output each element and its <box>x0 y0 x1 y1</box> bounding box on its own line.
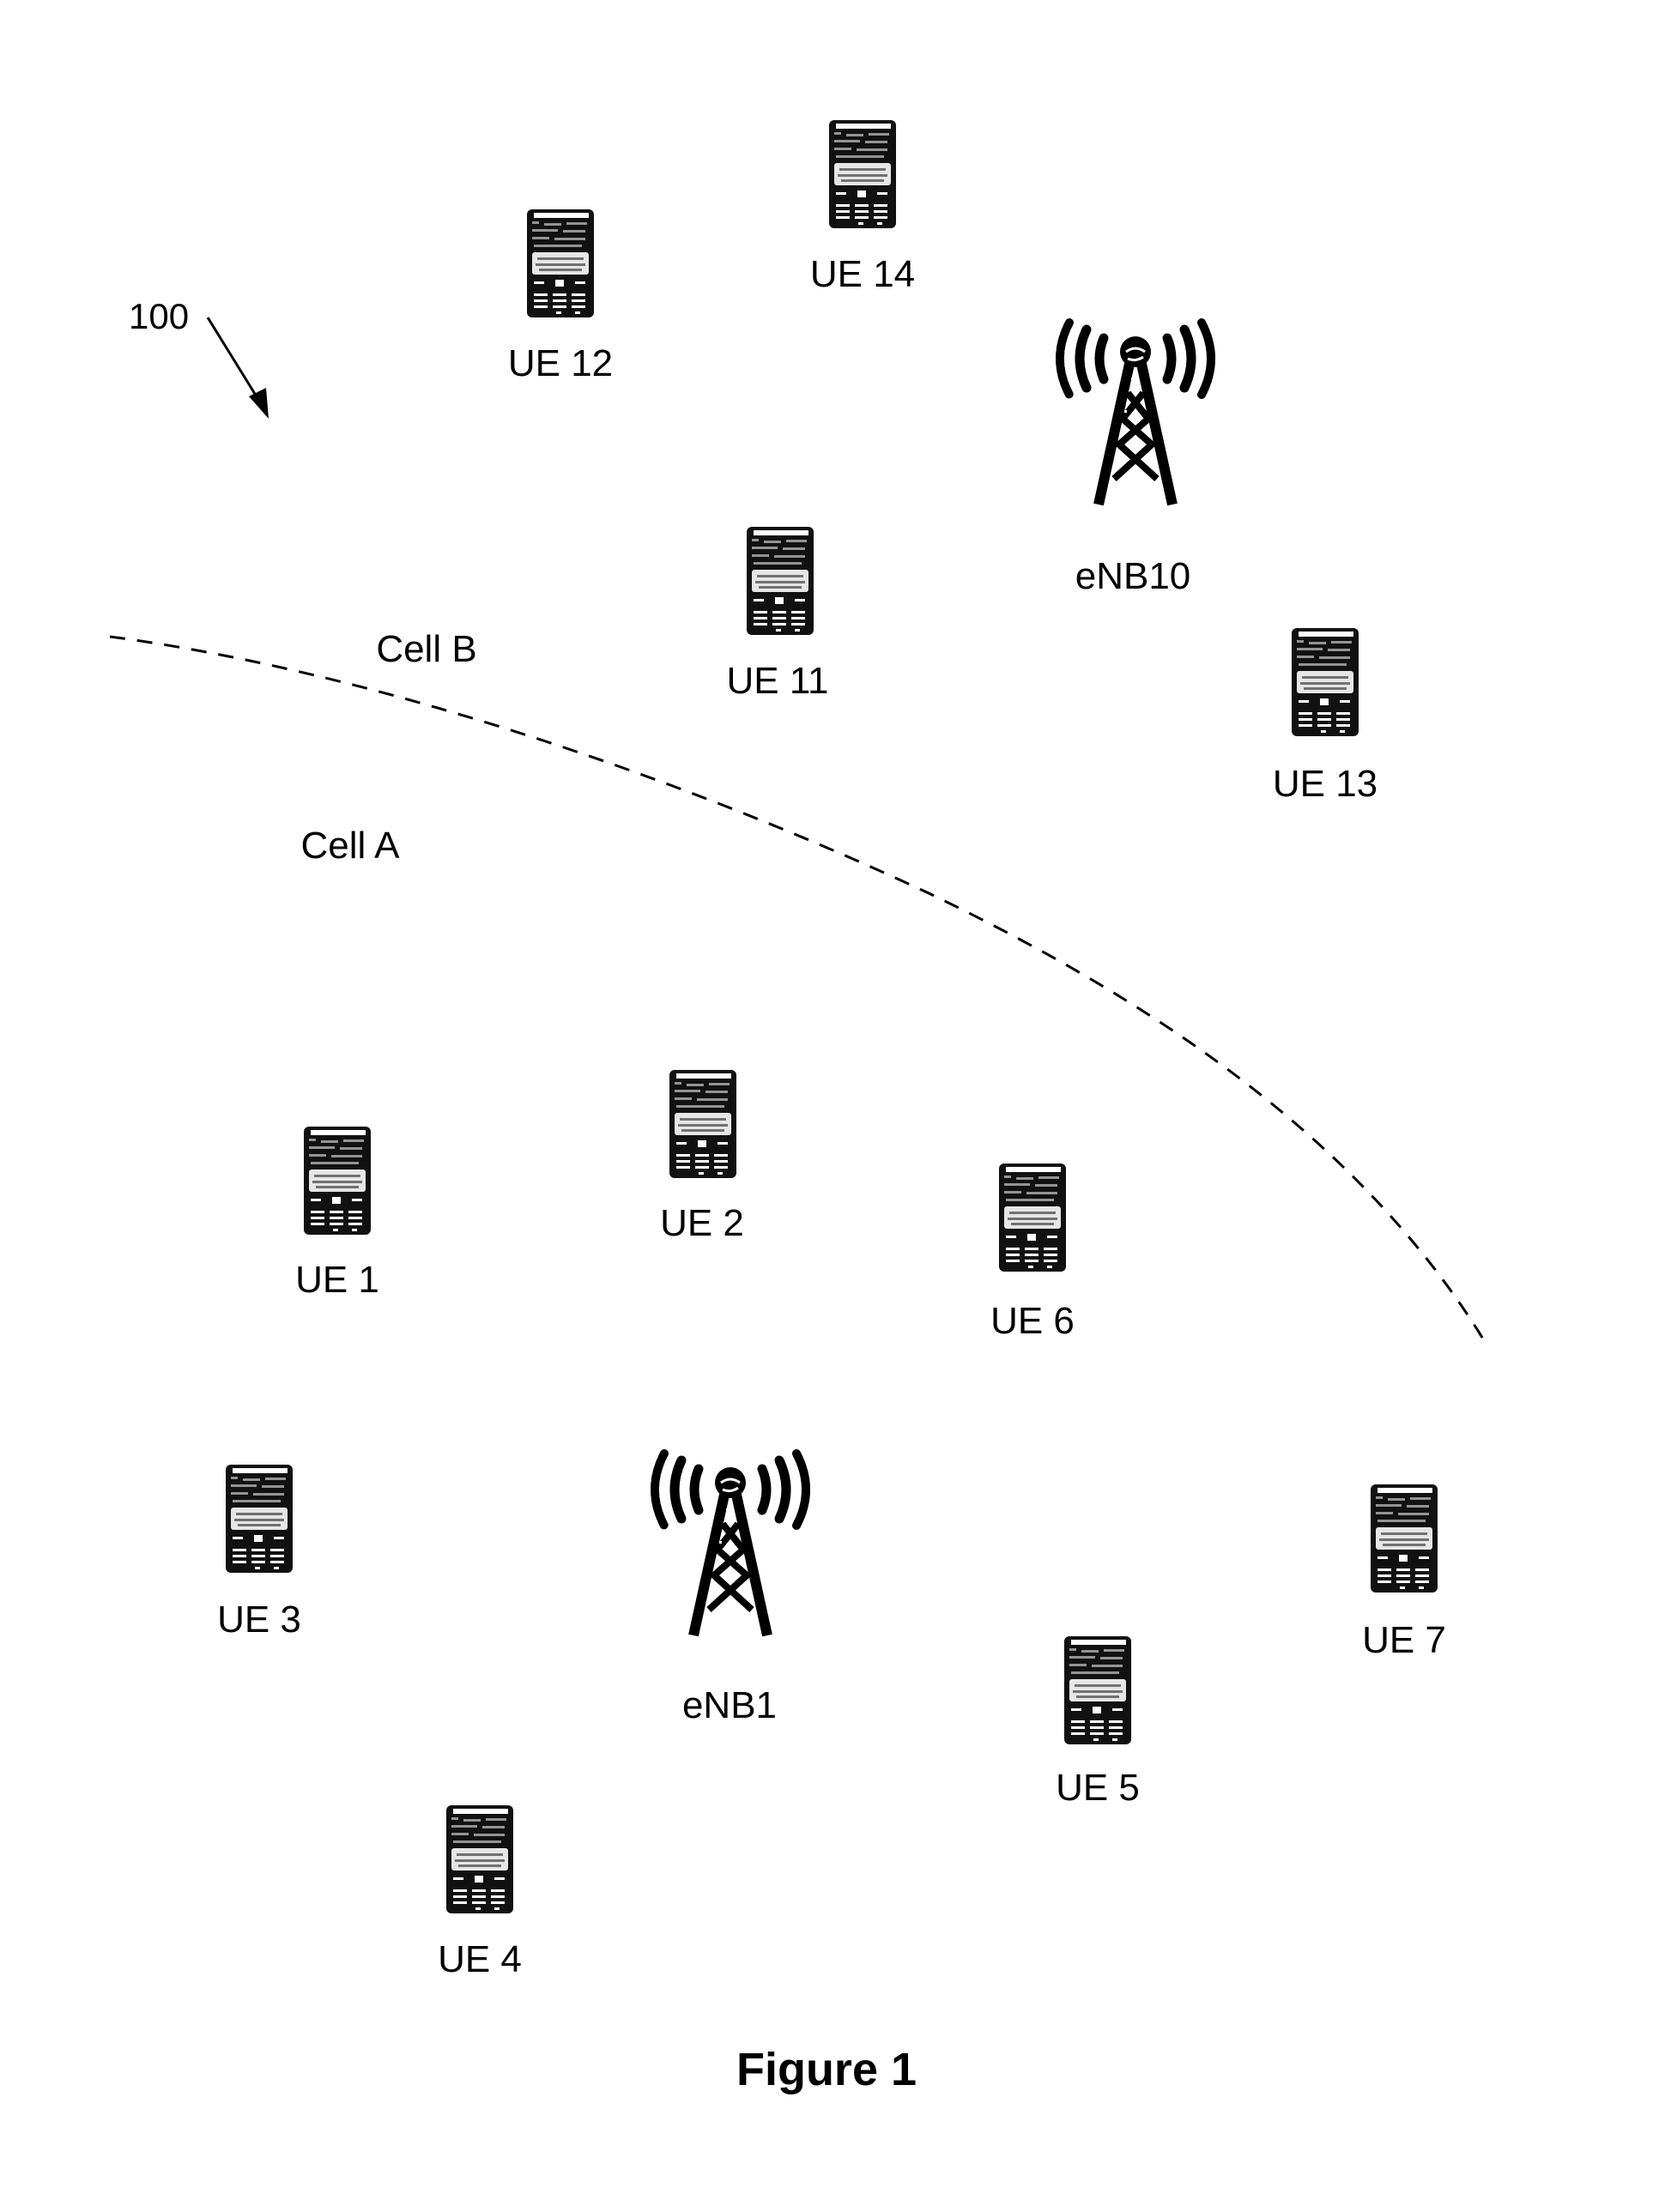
ue-label: UE 13 <box>1272 763 1378 805</box>
ue-label: UE 3 <box>217 1599 301 1641</box>
mobile-phone-icon <box>1290 626 1360 738</box>
base-station-label: eNB10 <box>1075 555 1191 597</box>
cell-tower-icon <box>1045 307 1226 513</box>
cell-tower-icon <box>640 1438 820 1644</box>
ue-label: UE 11 <box>726 660 829 702</box>
mobile-phone-icon <box>1063 1635 1133 1746</box>
mobile-phone-icon <box>525 208 596 319</box>
ue-label: UE 6 <box>990 1300 1075 1342</box>
mobile-phone-icon <box>745 525 815 637</box>
ue-label: UE 4 <box>438 1938 522 1980</box>
cell-b-label: Cell B <box>376 628 477 670</box>
mobile-phone-icon <box>997 1162 1068 1273</box>
reference-arrow <box>206 317 269 419</box>
ue-label: UE 5 <box>1056 1767 1140 1809</box>
base-station-label: eNB1 <box>681 1684 778 1726</box>
diagram-lines <box>109 317 1486 1341</box>
mobile-phone-icon <box>668 1068 738 1180</box>
figure-caption: Figure 1 <box>736 2044 917 2095</box>
mobile-phone-icon <box>224 1463 294 1574</box>
ue-label: UE 1 <box>295 1259 379 1301</box>
ue-label: UE 7 <box>1362 1619 1446 1661</box>
mobile-phone-icon <box>1369 1483 1439 1594</box>
mobile-phone-icon <box>302 1125 372 1236</box>
mobile-phone-icon <box>445 1804 515 1915</box>
network-diagram: 100 Cell B Cell A eNB10 eNB1 UE 12 UE 14… <box>0 0 1653 2212</box>
mobile-phone-icon <box>827 118 898 230</box>
cell-a-label: Cell A <box>300 825 400 867</box>
ue-label: UE 14 <box>809 253 916 295</box>
ue-label: UE 2 <box>660 1202 744 1244</box>
ue-label: UE 12 <box>507 342 614 384</box>
